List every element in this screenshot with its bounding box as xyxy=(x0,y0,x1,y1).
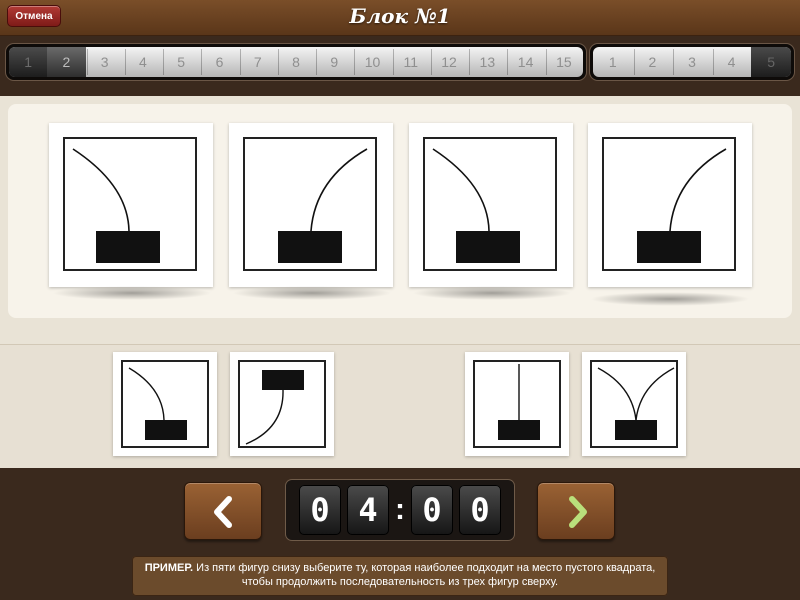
progress-step: 15 xyxy=(556,54,572,70)
sequence-card xyxy=(409,123,573,287)
progress-step: 13 xyxy=(468,47,509,77)
sequence-frame xyxy=(602,137,736,271)
progress-step: 4 xyxy=(124,47,165,77)
progress-extra-step: 1 xyxy=(593,47,635,77)
sequence-frame xyxy=(423,137,557,271)
answer-option[interactable] xyxy=(465,352,569,456)
option-figure-icon xyxy=(597,367,675,440)
option-figure-icon xyxy=(245,370,304,445)
progress-extra-step: 3 xyxy=(672,47,714,77)
previous-button[interactable] xyxy=(184,482,262,540)
sequence-card xyxy=(229,123,393,287)
chevron-left-icon xyxy=(214,496,232,528)
answer-frame xyxy=(473,360,561,448)
card-shadow xyxy=(232,286,392,300)
progress-extra-step: 2 xyxy=(633,47,674,77)
instruction-prefix: ПРИМЕР. xyxy=(144,562,194,574)
progress-step-current: 2 xyxy=(47,47,88,77)
progress-step: 7 xyxy=(239,47,280,77)
progress-step: 11 xyxy=(392,47,433,77)
progress-step: 1 xyxy=(9,47,50,77)
timer-digit: 4 xyxy=(347,485,389,535)
pendulum-figure-icon xyxy=(72,148,160,263)
progress-step: 12 xyxy=(430,47,471,77)
timer-digit: 0 xyxy=(299,485,341,535)
pendulum-figure-icon xyxy=(432,148,520,263)
pendulum-figure-icon xyxy=(637,148,727,263)
sequence-card xyxy=(49,123,213,287)
card-shadow xyxy=(412,286,572,300)
progress-step: 10 xyxy=(353,47,394,77)
progress-extra: 1 2 3 4 5 xyxy=(590,44,794,80)
card-shadow xyxy=(52,286,212,300)
answer-option[interactable] xyxy=(113,352,217,456)
answer-option[interactable] xyxy=(582,352,686,456)
progress-extra-step-dark: 5 xyxy=(751,47,791,77)
instruction-text: Из пяти фигур снизу выберите ту, которая… xyxy=(196,562,656,588)
option-figure-icon xyxy=(128,367,187,440)
page-title: Блок №1 xyxy=(349,4,451,28)
card-shadow xyxy=(590,292,750,306)
sequence-frame xyxy=(243,137,377,271)
progress-step: 5 xyxy=(162,47,203,77)
pendulum-figure-icon xyxy=(278,148,368,263)
countdown-timer: 0 4 : 0 0 xyxy=(286,480,514,540)
answer-frame xyxy=(590,360,678,448)
progress-step: 6 xyxy=(200,47,241,77)
answer-frame xyxy=(238,360,326,448)
sequence-frame xyxy=(63,137,197,271)
option-figure-icon xyxy=(498,364,540,440)
timer-digit: 0 xyxy=(459,485,501,535)
sequence-card xyxy=(588,123,752,287)
answer-frame xyxy=(121,360,209,448)
top-bar: Отмена Блок №1 xyxy=(0,0,800,36)
answer-option[interactable] xyxy=(230,352,334,456)
instruction-box: ПРИМЕР. Из пяти фигур снизу выберите ту,… xyxy=(132,556,668,596)
timer-digit: 0 xyxy=(411,485,453,535)
next-button[interactable] xyxy=(537,482,615,540)
progress-step: 3 xyxy=(86,47,127,77)
progress-main: 1 2 3 4 5 6 7 8 9 10 11 12 13 14 15 xyxy=(6,44,586,80)
progress-step: 8 xyxy=(277,47,318,77)
chevron-right-icon xyxy=(569,496,587,528)
progress-step: 14 xyxy=(506,47,548,77)
timer-separator: : xyxy=(395,493,405,526)
progress-step: 9 xyxy=(315,47,356,77)
progress-area: 1 2 3 4 5 6 7 8 9 10 11 12 13 14 15 1 2 … xyxy=(0,36,800,96)
progress-extra-step: 4 xyxy=(712,47,753,77)
